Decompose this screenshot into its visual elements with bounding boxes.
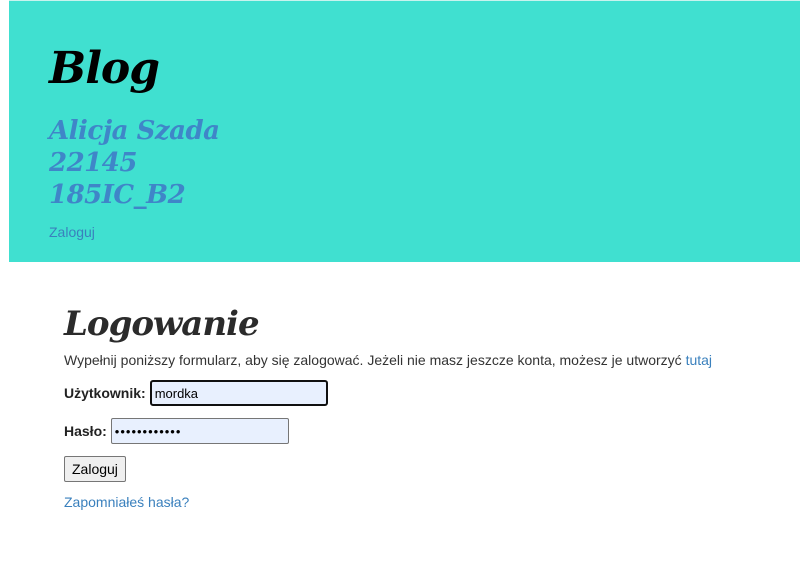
site-header: Blog Alicja Szada 22145 185IC_B2 Zaloguj [9, 0, 800, 262]
author-id: 22145 [49, 148, 137, 178]
login-heading: Logowanie [64, 304, 260, 344]
author-info: Alicja Szada 22145 185IC_B2 [49, 115, 220, 211]
header-login-link[interactable]: Zaloguj [49, 224, 95, 240]
page: Blog Alicja Szada 22145 185IC_B2 Zaloguj… [0, 0, 800, 561]
login-section: Logowanie Wypełnij poniższy formularz, a… [64, 300, 764, 510]
password-row: Hasło: [64, 418, 764, 444]
password-input[interactable] [110, 418, 289, 444]
forgot-password-link[interactable]: Zapomniałeś hasła? [64, 494, 764, 510]
blog-title: Blog [49, 43, 160, 94]
register-link[interactable]: tutaj [686, 352, 712, 368]
login-submit-button[interactable]: Zaloguj [64, 456, 126, 482]
password-label: Hasło: [64, 423, 107, 439]
instructions-text: Wypełnij poniższy formularz, aby się zal… [64, 352, 682, 368]
username-label: Użytkownik: [64, 385, 146, 401]
login-instructions: Wypełnij poniższy formularz, aby się zal… [64, 352, 764, 368]
author-group: 185IC_B2 [49, 180, 186, 210]
author-name: Alicja Szada [49, 116, 220, 146]
username-input[interactable] [149, 380, 328, 406]
username-row: Użytkownik: [64, 380, 764, 406]
